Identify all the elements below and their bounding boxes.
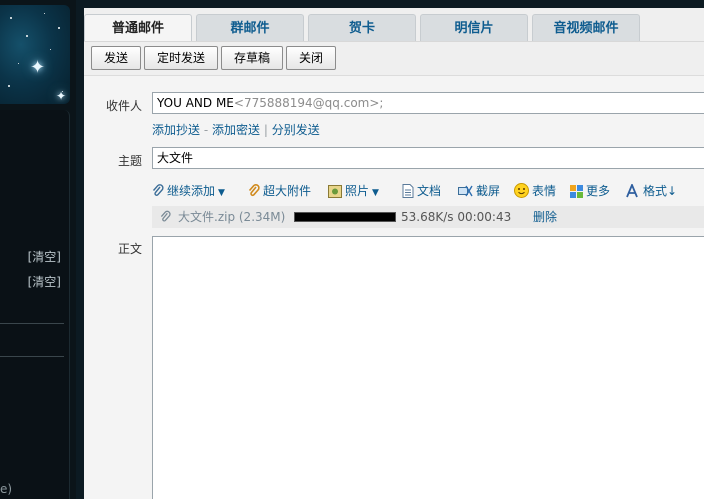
chevron-down-icon[interactable]: ▼	[218, 188, 225, 198]
tab-greeting-card[interactable]: 贺卡	[308, 14, 416, 41]
save-draft-button[interactable]: 存草稿	[221, 46, 283, 70]
upload-progress-fill	[295, 213, 395, 221]
upload-rate: 53.68K/s 00:00:43	[401, 210, 512, 224]
delete-attachment-link[interactable]: 删除	[533, 206, 557, 228]
upload-progress-bar	[294, 212, 396, 222]
paperclip-icon	[152, 184, 164, 196]
compose-toolbar: 发送 定时发送 存草稿 关闭	[84, 41, 704, 75]
attachment-toolbar: 继续添加 ▼ 超大附件 照片 ▼ 文档 截屏 表情 更多 格式↓	[152, 181, 704, 201]
emoticon-button[interactable]: 表情	[514, 181, 556, 201]
tab-postcard[interactable]: 明信片	[420, 14, 528, 41]
clear-link-1[interactable]: [清空]	[28, 248, 61, 265]
super-attachment-button[interactable]: 超大附件	[248, 181, 311, 201]
recipient-name: YOU AND ME	[157, 96, 234, 110]
paperclip-icon	[160, 210, 171, 222]
font-format-icon	[626, 184, 638, 198]
document-icon	[402, 184, 414, 198]
recipient-options: 添加抄送 - 添加密送 | 分别发送	[152, 123, 320, 137]
photo-button[interactable]: 照片 ▼	[328, 181, 379, 203]
separate-send-link[interactable]: 分别发送	[272, 123, 320, 137]
scheduled-send-button[interactable]: 定时发送	[144, 46, 218, 70]
subject-label: 主题	[117, 154, 142, 168]
starry-sky-banner: ✦ ✦	[0, 5, 70, 104]
recipient-label: 收件人	[105, 99, 142, 113]
close-button[interactable]: 关闭	[286, 46, 336, 70]
clear-link-2[interactable]: [清空]	[28, 273, 61, 290]
tab-normal-mail[interactable]: 普通邮件	[84, 14, 192, 41]
tab-group-mail[interactable]: 群邮件	[196, 14, 304, 41]
subject-field[interactable]: 大文件	[152, 147, 704, 169]
format-button[interactable]: 格式↓	[626, 181, 677, 201]
more-button[interactable]: 更多	[570, 181, 610, 201]
send-button[interactable]: 发送	[91, 46, 141, 70]
star-icon: ✦	[56, 89, 67, 103]
document-button[interactable]: 文档	[402, 181, 441, 201]
compose-panel: 普通邮件 群邮件 贺卡 明信片 音视频邮件 发送 定时发送 存草稿 关闭 收件人…	[84, 8, 704, 499]
watermark-url: jingyan.baidu.com	[542, 468, 644, 481]
star-icon: ✦	[30, 57, 46, 78]
recipient-email: <775888194@qq.com>;	[233, 96, 384, 110]
mail-type-tabs: 普通邮件 群邮件 贺卡 明信片 音视频邮件	[84, 14, 704, 41]
scissors-icon	[458, 185, 473, 197]
chevron-down-icon[interactable]: ▼	[372, 188, 379, 198]
left-sidebar: ✦ ✦ [清空] [清空] e)	[0, 0, 76, 499]
baidu-watermark: Baidu经验 jingyan.baidu.com	[538, 425, 702, 485]
paperclip-icon	[248, 184, 260, 197]
recipient-field[interactable]: YOU AND ME<775888194@qq.com>;	[152, 92, 704, 114]
screenshot-button[interactable]: 截屏	[458, 181, 500, 201]
photo-icon	[328, 185, 342, 198]
tab-av-mail[interactable]: 音视频邮件	[532, 14, 640, 41]
sidebar-divider	[0, 356, 64, 357]
smiley-icon	[514, 183, 529, 198]
grid-icon	[570, 185, 583, 198]
sidebar-divider	[0, 323, 64, 324]
sidebar-panel: [清空] [清空]	[0, 110, 70, 499]
add-cc-link[interactable]: 添加抄送	[152, 123, 200, 137]
watermark-brand: Baidu经验	[544, 447, 643, 469]
continue-add-button[interactable]: 继续添加 ▼	[152, 181, 225, 203]
sidebar-bottom-mark: e)	[0, 482, 13, 496]
body-label: 正文	[117, 242, 142, 256]
upload-file-name: 大文件.zip (2.34M)	[178, 210, 286, 224]
add-bcc-link[interactable]: 添加密送	[212, 123, 260, 137]
upload-progress-row: 大文件.zip (2.34M) 53.68K/s 00:00:43 删除	[152, 206, 704, 228]
